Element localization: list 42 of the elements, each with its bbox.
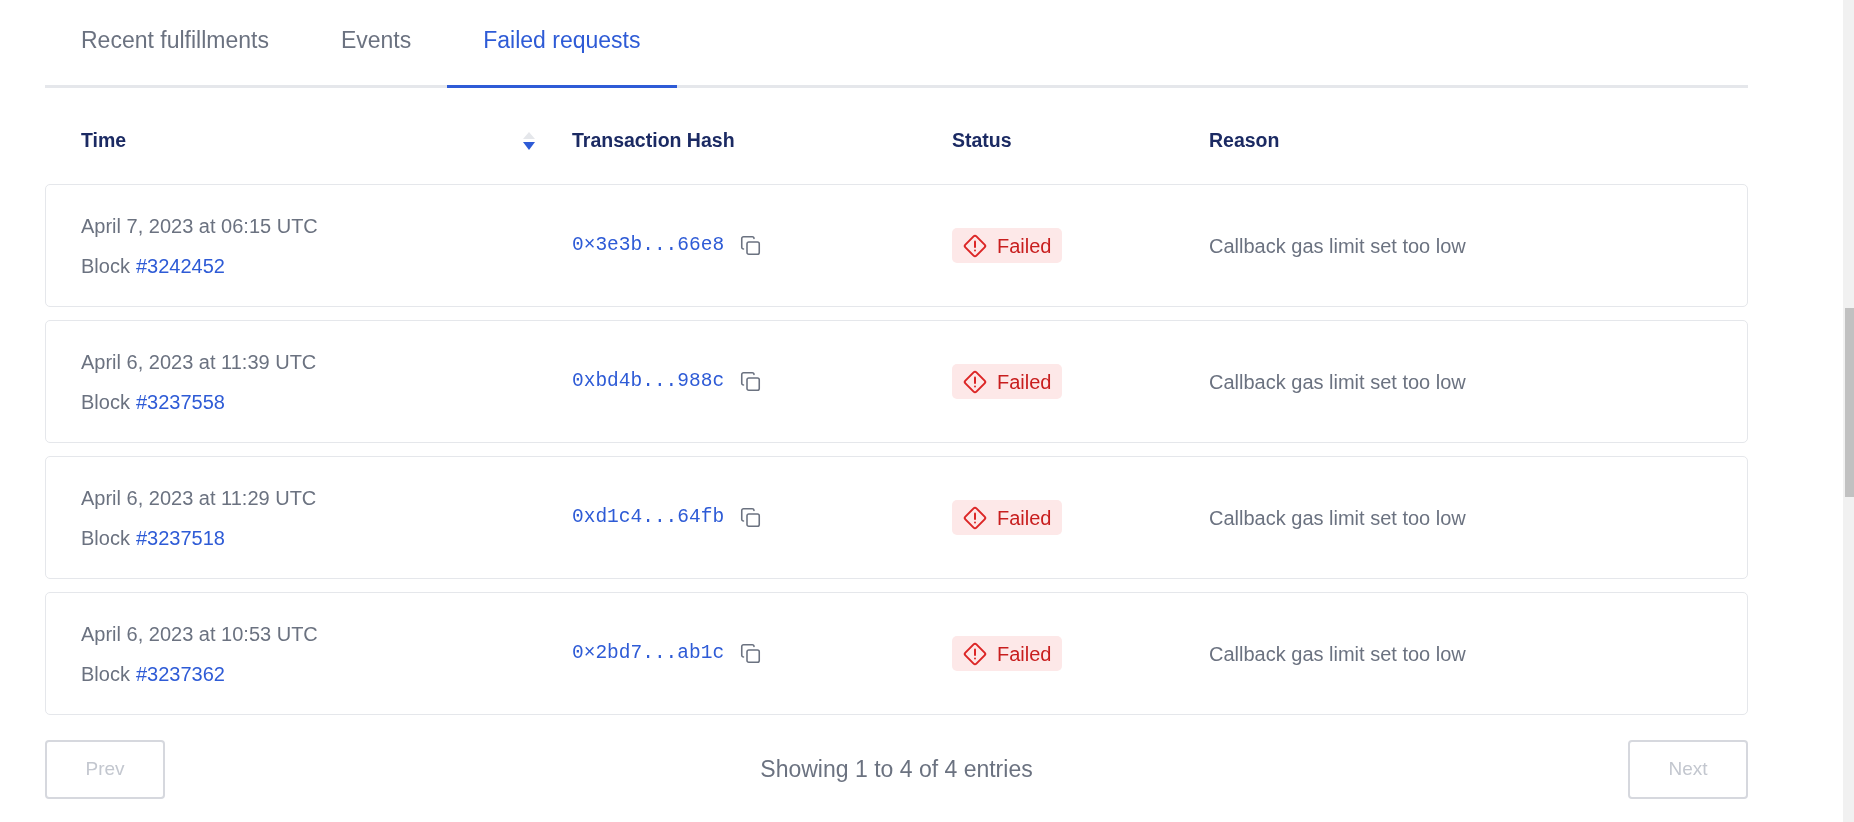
status-text: Failed xyxy=(997,233,1052,259)
block-link[interactable]: #3237362 xyxy=(135,659,225,688)
alert-diamond-icon xyxy=(963,641,987,666)
column-header: Transaction Hash xyxy=(572,127,735,153)
tab[interactable]: Failed requests xyxy=(447,0,677,88)
block-label: Block xyxy=(81,389,130,415)
copy-icon[interactable] xyxy=(740,235,762,256)
column-header: Status xyxy=(952,127,1012,153)
failure-reason: Callback gas limit set too low xyxy=(1209,369,1467,395)
block-label: Block xyxy=(81,661,130,687)
status-text: Failed xyxy=(997,641,1052,667)
status-text: Failed xyxy=(997,505,1052,531)
copy-icon[interactable] xyxy=(740,507,762,528)
transaction-hash-link[interactable]: 0×3e3b...66e8 xyxy=(572,230,725,261)
transaction-hash-link[interactable]: 0xbd4b...988c xyxy=(572,366,725,397)
transaction-hash-link[interactable]: 0×2bd7...ab1c xyxy=(572,638,725,669)
tab[interactable]: Events xyxy=(304,0,448,88)
entries-summary: Showing 1 to 4 of 4 entries xyxy=(760,755,1033,785)
column-header: Reason xyxy=(1209,127,1280,153)
alert-diamond-icon xyxy=(963,505,987,530)
status-text: Failed xyxy=(997,369,1052,395)
block-label: Block xyxy=(81,253,130,279)
request-time: April 6, 2023 at 11:29 UTC xyxy=(81,485,318,511)
alert-diamond-icon xyxy=(963,233,987,258)
alert-diamond-icon xyxy=(963,369,987,394)
column-header[interactable]: Time xyxy=(81,125,127,156)
request-time: April 6, 2023 at 11:39 UTC xyxy=(81,349,318,375)
failure-reason: Callback gas limit set too low xyxy=(1209,505,1467,531)
block-link[interactable]: #3242452 xyxy=(135,251,225,280)
failure-reason: Callback gas limit set too low xyxy=(1209,233,1467,259)
request-time: April 7, 2023 at 06:15 UTC xyxy=(81,213,319,239)
copy-icon[interactable] xyxy=(740,371,762,392)
block-link[interactable]: #3237518 xyxy=(135,523,225,552)
failure-reason: Callback gas limit set too low xyxy=(1209,641,1467,667)
transaction-hash-link[interactable]: 0xd1c4...64fb xyxy=(572,502,725,533)
scrollbar-thumb[interactable] xyxy=(1845,308,1854,497)
copy-icon[interactable] xyxy=(740,643,762,664)
block-link[interactable]: #3237558 xyxy=(135,387,225,416)
request-time: April 6, 2023 at 10:53 UTC xyxy=(81,621,319,647)
sort-icon[interactable] xyxy=(523,131,535,150)
tab[interactable]: Recent fulfillments xyxy=(45,0,305,88)
block-label: Block xyxy=(81,525,130,551)
